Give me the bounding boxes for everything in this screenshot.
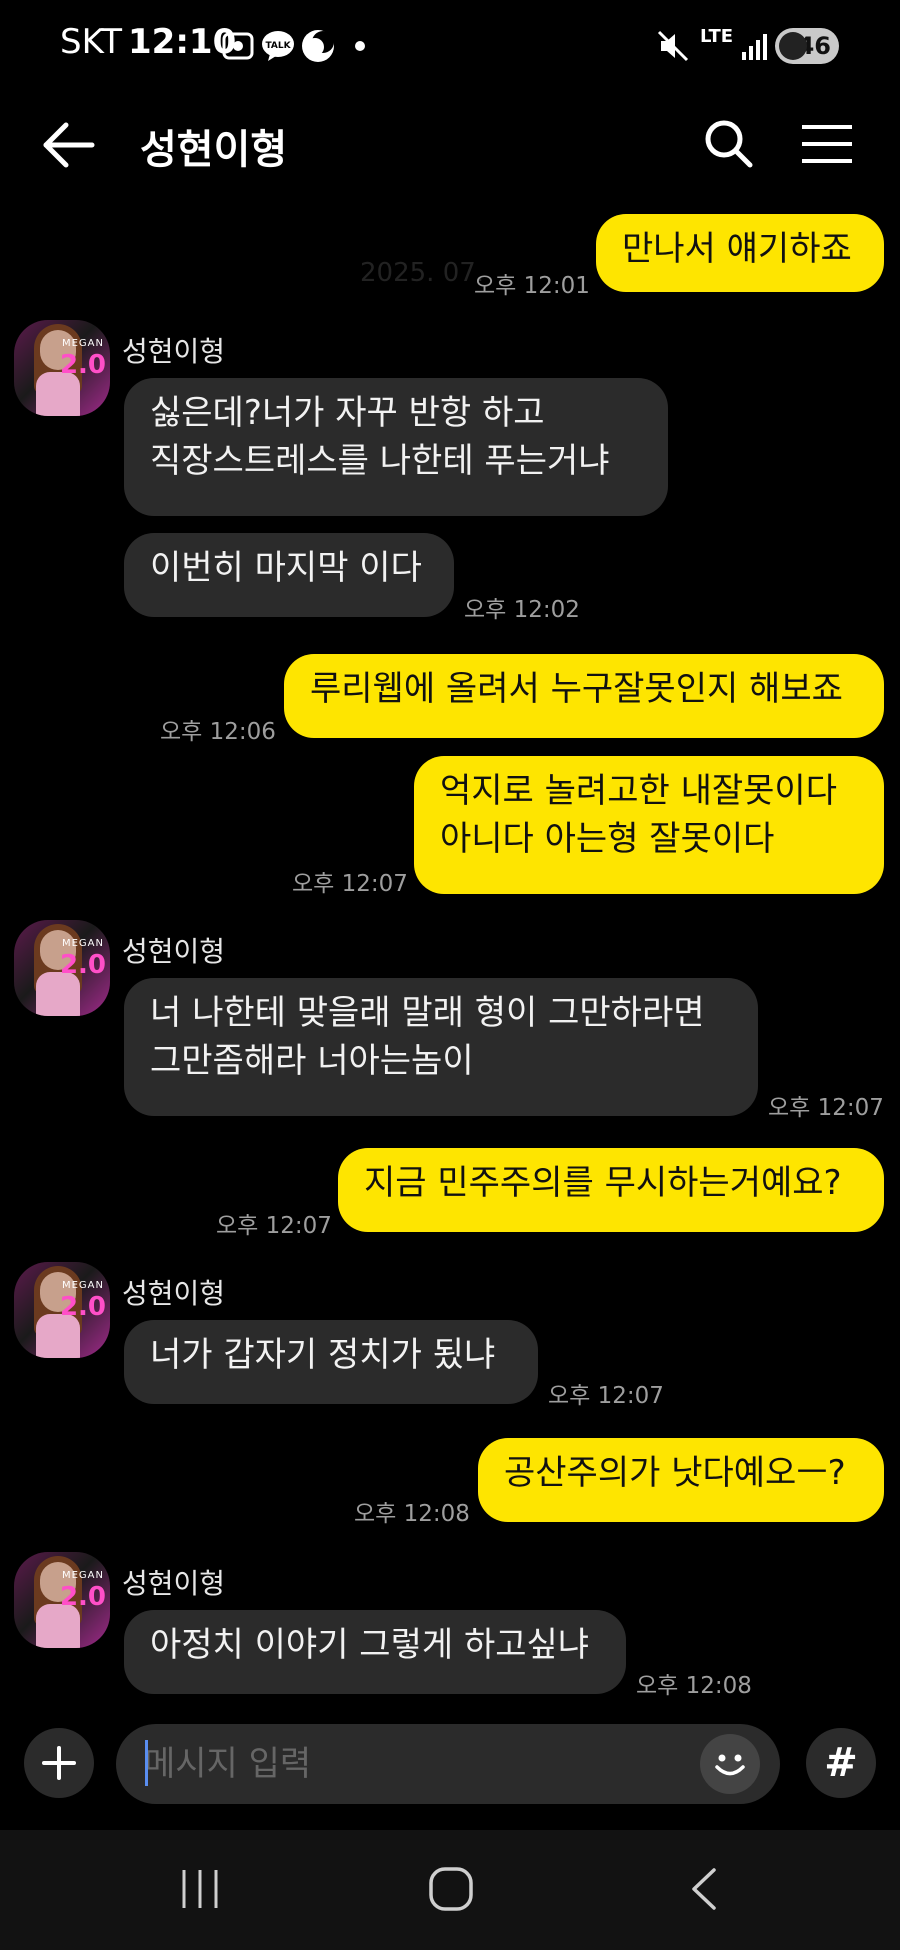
my-message-bubble[interactable]: 루리웹에 올려서 누구잘못인지 해보죠 [284, 654, 884, 738]
back-arrow-icon[interactable] [40, 119, 96, 171]
their-message-bubble[interactable]: 너 나한테 맞을래 말래 형이 그만하라면 그만좀해라 너아는놈이 [124, 978, 758, 1116]
their-message-bubble[interactable]: 너가 갑자기 정치가 됬냐 [124, 1320, 538, 1404]
avatar-brand-text: MEGAN [61, 338, 104, 349]
mute-icon [657, 30, 689, 62]
message-timestamp: 오후 12:02 [464, 597, 580, 623]
talk-badge-text: TALK [265, 41, 291, 51]
message-timestamp: 오후 12:01 [474, 273, 590, 299]
screenshot-icon [222, 32, 254, 60]
their-message-bubble[interactable]: 싫은데?너가 자꾸 반항 하고 직장스트레스를 나한테 푸는거냐 [124, 378, 668, 516]
notification-dot-icon [355, 41, 365, 51]
system-navigation-bar [0, 1830, 900, 1950]
message-timestamp: 오후 12:07 [548, 1383, 664, 1409]
date-watermark: 2025. 07. [360, 258, 485, 288]
chat-title: 성현이형 [140, 127, 288, 173]
sender-name: 성현이형 [122, 1567, 226, 1600]
battery-indicator: 46 [775, 28, 839, 64]
avatar[interactable]: MEGAN 2.0 [14, 1552, 110, 1648]
their-message-bubble[interactable]: 아정치 이야기 그렇게 하고싶냐 [124, 1610, 626, 1694]
their-message-bubble[interactable]: 이번히 마지막 이다 [124, 533, 454, 617]
text-caret [145, 1740, 148, 1786]
home-icon[interactable] [426, 1864, 476, 1914]
recent-apps-icon[interactable] [178, 1864, 222, 1914]
signal-icon [742, 34, 767, 60]
search-icon[interactable] [700, 115, 756, 171]
avatar-brand-text: MEGAN [61, 938, 104, 949]
avatar-brand-text: MEGAN [61, 1280, 104, 1291]
network-type-label: LTE [700, 26, 734, 47]
avatar[interactable]: MEGAN 2.0 [14, 320, 110, 416]
back-nav-icon[interactable] [686, 1864, 722, 1914]
menu-icon[interactable] [798, 121, 856, 167]
power-saving-leaf-icon [779, 32, 807, 60]
message-timestamp: 오후 12:07 [768, 1095, 884, 1121]
emoji-button[interactable] [700, 1734, 760, 1794]
my-message-bubble[interactable]: 만나서 얘기하죠 [596, 214, 884, 292]
chat-header: 성현이형 [0, 95, 900, 195]
plus-icon [42, 1746, 76, 1780]
message-input-bar: # [0, 1710, 900, 1820]
avatar-brand-text: MEGAN [61, 1570, 104, 1581]
my-message-bubble[interactable]: 지금 민주주의를 무시하는거예요? [338, 1148, 884, 1232]
sender-name: 성현이형 [122, 935, 226, 968]
status-bar: SKT 12:10 TALK LTE 46 [0, 0, 900, 90]
avatar-badge-number: 2.0 [59, 350, 106, 380]
do-not-disturb-moon-icon [302, 30, 334, 62]
sender-name: 성현이형 [122, 335, 226, 368]
avatar-badge-number: 2.0 [59, 1582, 106, 1612]
attach-plus-button[interactable] [24, 1728, 94, 1798]
message-timestamp: 오후 12:06 [160, 719, 276, 745]
message-timestamp: 오후 12:08 [636, 1673, 752, 1699]
my-message-bubble[interactable]: 억지로 놀려고한 내잘못이다 아니다 아는형 잘못이다 [414, 756, 884, 894]
message-timestamp: 오후 12:08 [354, 1501, 470, 1527]
avatar-badge-number: 2.0 [59, 950, 106, 980]
avatar[interactable]: MEGAN 2.0 [14, 920, 110, 1016]
avatar[interactable]: MEGAN 2.0 [14, 1262, 110, 1358]
carrier-label: SKT [60, 22, 123, 62]
kakaotalk-notification-icon: TALK [262, 31, 294, 61]
message-timestamp: 오후 12:07 [292, 871, 408, 897]
hashtag-search-button[interactable]: # [806, 1728, 876, 1798]
message-timestamp: 오후 12:07 [216, 1213, 332, 1239]
message-input[interactable] [116, 1724, 780, 1804]
my-message-bubble[interactable]: 공산주의가 낫다예오ㅡ? [478, 1438, 884, 1522]
avatar-badge-number: 2.0 [59, 1292, 106, 1322]
sender-name: 성현이형 [122, 1277, 226, 1310]
smiley-icon [715, 1754, 745, 1776]
